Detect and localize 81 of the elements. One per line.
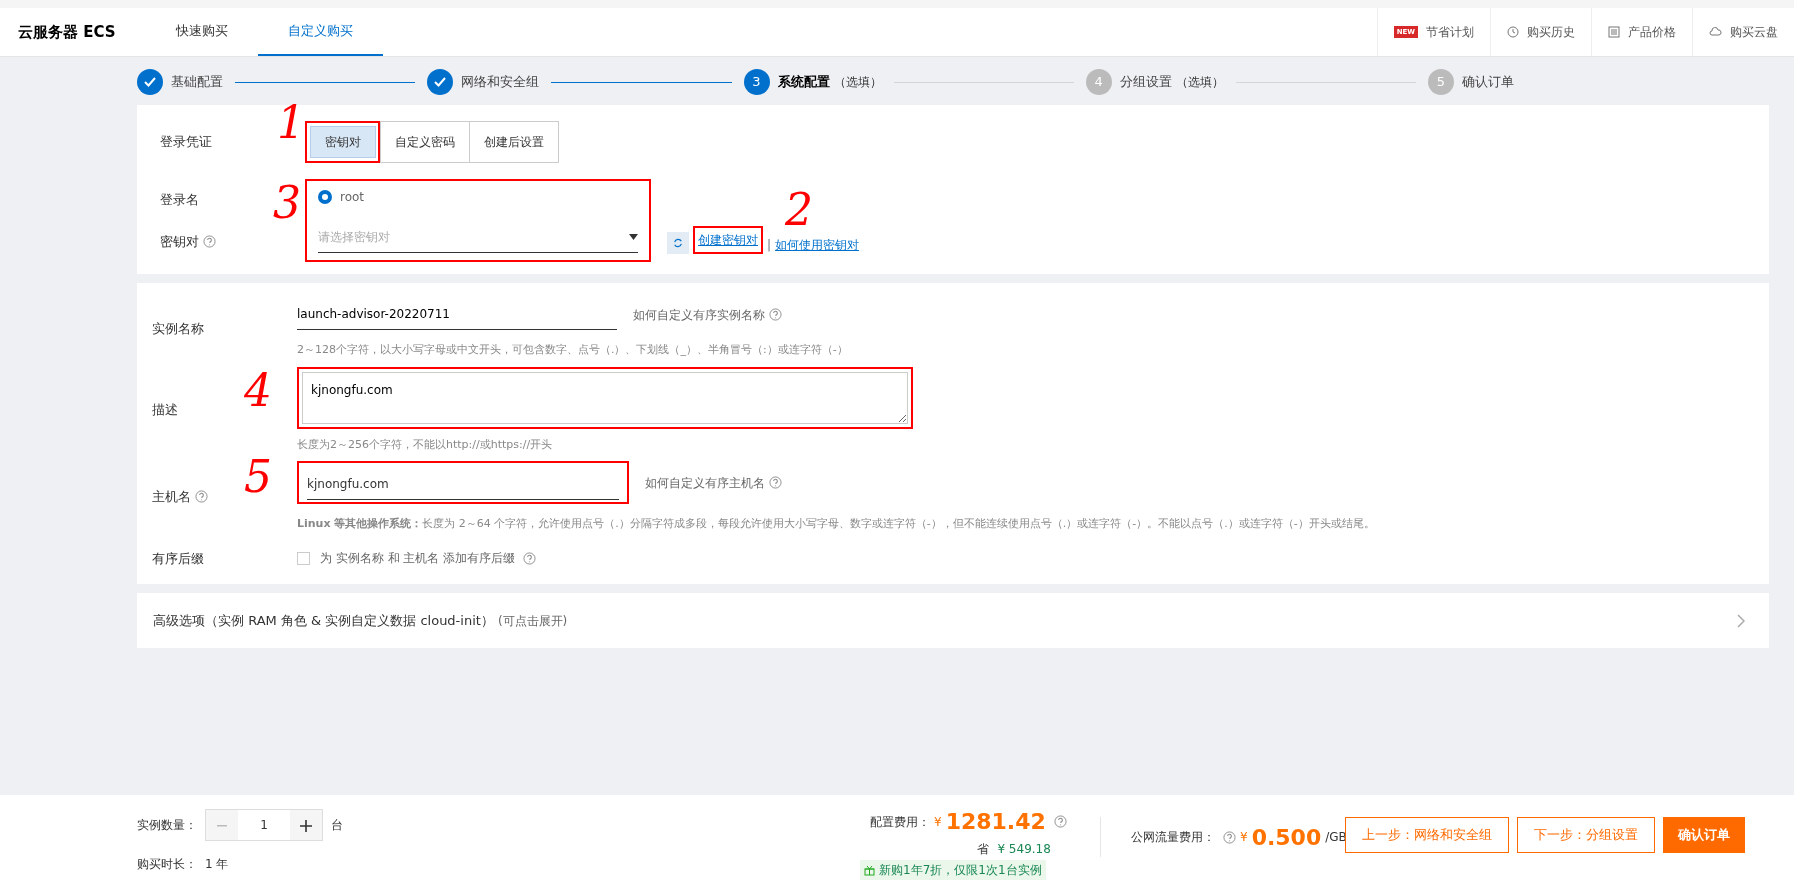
- separator: |: [767, 237, 772, 254]
- help-icon: [195, 490, 208, 504]
- segment-option[interactable]: 密钥对: [310, 126, 376, 158]
- gift-icon: [864, 864, 875, 876]
- clock-icon: [1507, 26, 1519, 38]
- save-amount: ¥ 549.18: [997, 841, 1051, 858]
- step-circle: 5: [1428, 69, 1454, 95]
- list-icon: [1608, 26, 1620, 38]
- help-icon: [1053, 815, 1067, 828]
- field-label: 描述: [152, 401, 178, 419]
- help-icon: [203, 234, 216, 248]
- create-keypair-link[interactable]: 创建密钥对: [698, 231, 758, 249]
- step-circle: 4: [1085, 69, 1112, 95]
- step-note: （选填）: [1175, 74, 1224, 91]
- section-title[interactable]: 高级选项（实例 RAM 角色 & 实例自定义数据 cloud-init）: [137, 610, 494, 631]
- step-label: 基础配置: [171, 73, 223, 92]
- annotation-number: 2: [785, 188, 813, 232]
- field-label: 登录名: [160, 191, 199, 209]
- promo-tag: 新购1年7折，仅限1次1台实例: [860, 860, 1046, 880]
- section-note: (可点击展开): [497, 612, 568, 630]
- tab[interactable]: 快速购买: [145, 8, 258, 56]
- field-label: 公网流量费用：: [1131, 829, 1215, 846]
- plus-button[interactable]: [290, 810, 322, 840]
- header-link[interactable]: 购买历史: [1490, 8, 1591, 56]
- step-note: （选填）: [833, 74, 882, 91]
- cloud-icon: [1709, 27, 1722, 37]
- step-circle: 3: [743, 69, 770, 95]
- chevron-icon[interactable]: [1737, 613, 1745, 628]
- checkbox[interactable]: [297, 551, 310, 565]
- segment-option[interactable]: 自定义密码: [380, 121, 470, 163]
- hint-text: 2～128个字符，以大小写字母或中文开头，可包含数字、点号（.）、下划线（_）、半角冒号（:）或连字符（-）: [297, 342, 848, 358]
- text-field[interactable]: kjnongfu.com: [307, 469, 619, 500]
- duration-select[interactable]: 1 年: [205, 855, 315, 873]
- save-label: 省: [977, 841, 990, 858]
- field-label: 配置费用：: [870, 813, 930, 831]
- annotation-number: 5: [244, 455, 272, 499]
- text-field[interactable]: launch-advisor-20220711: [297, 299, 617, 330]
- refresh-button[interactable]: [667, 232, 689, 254]
- annotation-number: 4: [244, 368, 272, 413]
- price: 1281.42: [945, 808, 1046, 836]
- help-link[interactable]: 如何自定义有序主机名: [645, 473, 765, 492]
- header-link[interactable]: 购买云盘: [1692, 8, 1794, 56]
- tab[interactable]: 自定义购买: [257, 8, 383, 56]
- description-field[interactable]: kjnongfu.com: [302, 371, 908, 424]
- checkbox-label: 为 实例名称 和 主机名 添加有序后缀: [320, 550, 516, 568]
- refresh-icon: [673, 237, 683, 249]
- field-label: 实例名称: [152, 320, 204, 338]
- help-icon: [769, 476, 782, 489]
- step-label: 分组设置: [1119, 73, 1172, 92]
- help-icon: [769, 308, 782, 321]
- step-label: 确认订单: [1462, 73, 1514, 92]
- help-link[interactable]: 如何自定义有序实例名称: [633, 305, 765, 324]
- minus-icon: [217, 824, 227, 827]
- annotation-number: 1: [277, 101, 305, 145]
- currency: ¥: [934, 813, 942, 831]
- caret-icon: [629, 234, 638, 240]
- step-label: 网络和安全组: [461, 73, 540, 92]
- quantity-stepper[interactable]: 1: [205, 809, 323, 841]
- header-link[interactable]: 产品价格: [1591, 8, 1692, 56]
- annotation-number: 3: [273, 181, 301, 225]
- field-label: 密钥对: [160, 232, 199, 251]
- field-label: 购买时长：: [137, 856, 197, 873]
- currency: ¥: [1240, 829, 1248, 846]
- help-icon: [523, 551, 537, 565]
- radio-label: root: [340, 189, 365, 206]
- price: 0.500: [1251, 823, 1322, 852]
- help-link[interactable]: 如何使用密钥对: [775, 236, 860, 254]
- segment-option[interactable]: 创建后设置: [469, 121, 559, 163]
- unit-label: 台: [331, 817, 343, 834]
- app-title: 云服务器 ECS: [17, 21, 117, 43]
- field-label: 登录凭证: [160, 133, 212, 152]
- help-icon: [1223, 830, 1236, 844]
- radio-button[interactable]: [318, 190, 332, 204]
- plus-icon: [300, 819, 312, 832]
- field-label: 实例数量：: [137, 817, 197, 834]
- step-label: 系统配置: [777, 73, 830, 92]
- field-label: 有序后缀: [152, 549, 204, 568]
- unit-label: /GB: [1325, 829, 1347, 846]
- field-label: 主机名: [152, 488, 191, 506]
- hint-text: 长度为2～256个字符，不能以http://或https://开头: [297, 436, 554, 453]
- hint-text: Linux 等其他操作系统：长度为 2～64 个字符，允许使用点号（.）分隔字符成多段，每段允许使用大小写字母、数字或连字符（-），但不能连续使用点号（.）或连字符（-）。不能以点号（.）或连字符（-）开头或结尾。: [297, 516, 1375, 532]
